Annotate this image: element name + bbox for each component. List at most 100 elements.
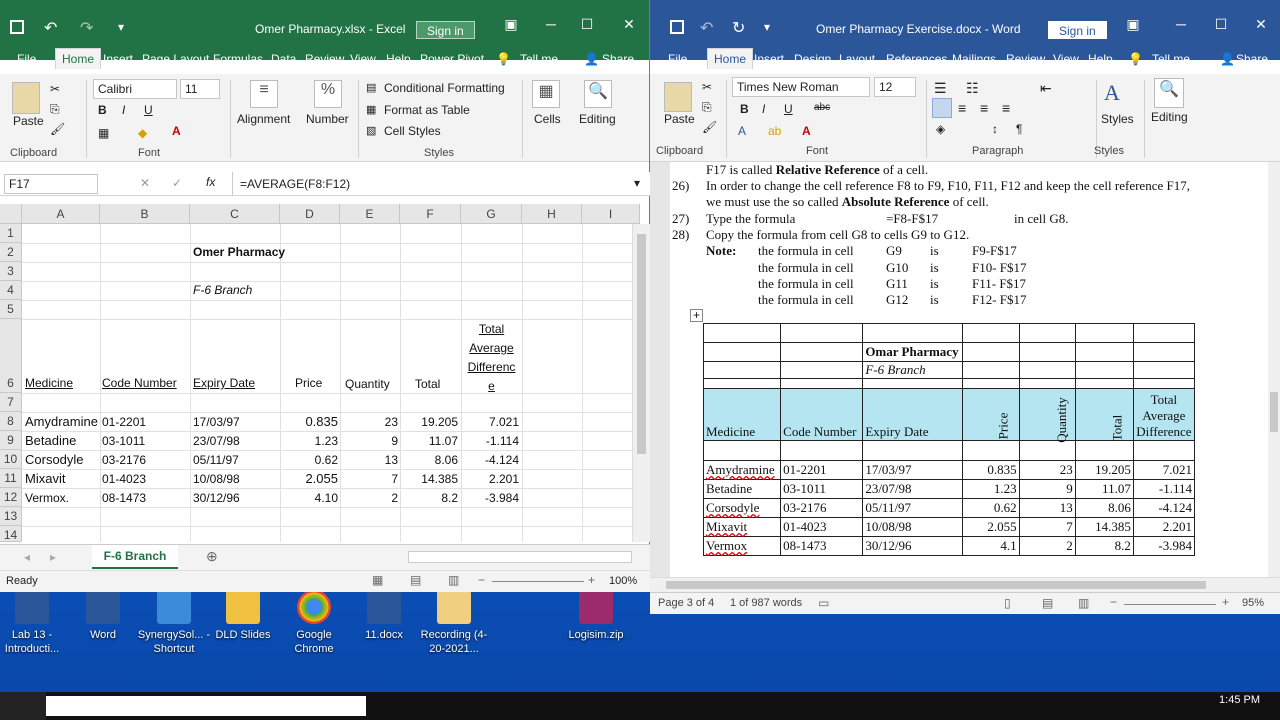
highlight-icon[interactable]: ab bbox=[768, 124, 781, 138]
cell-d12[interactable]: 4.10 bbox=[282, 491, 338, 505]
borders-icon[interactable]: ▦ bbox=[98, 126, 109, 140]
scrollbar-thumb[interactable] bbox=[666, 581, 1206, 589]
zoom-in-icon[interactable]: + bbox=[1222, 595, 1229, 609]
cell-a6[interactable]: Medicine bbox=[25, 376, 73, 390]
word-count[interactable]: 1 of 987 words bbox=[730, 597, 802, 609]
table-cell[interactable] bbox=[702, 440, 782, 461]
redo-icon[interactable]: ↷ bbox=[80, 18, 93, 38]
vertical-scrollbar[interactable] bbox=[1268, 162, 1280, 577]
zoom-out-icon[interactable]: − bbox=[478, 573, 485, 587]
name-box[interactable]: F17 bbox=[4, 174, 98, 194]
cell-d6[interactable]: Price bbox=[295, 376, 322, 390]
cell-b8[interactable]: 01-2201 bbox=[102, 415, 146, 429]
tab-layout[interactable]: Layout bbox=[839, 52, 875, 66]
table-cell[interactable] bbox=[1132, 440, 1196, 461]
th-diff[interactable]: Total Average Difference bbox=[1132, 388, 1196, 441]
th-code[interactable]: Code Number bbox=[780, 388, 864, 441]
cut-icon[interactable]: ✂ bbox=[702, 80, 712, 94]
row-header-14[interactable]: 14 bbox=[0, 526, 22, 542]
row-header-9[interactable]: 9 bbox=[0, 431, 22, 450]
desktop-icon-11docx[interactable]: 11.docx bbox=[346, 590, 422, 642]
row-header-1[interactable]: 1 bbox=[0, 224, 22, 243]
cell-styles-button[interactable]: Cell Styles bbox=[384, 124, 441, 138]
formula-input[interactable]: =AVERAGE(F8:F12) bbox=[240, 177, 350, 191]
cell-g11[interactable]: 2.201 bbox=[463, 472, 519, 486]
td-medicine[interactable]: Betadine bbox=[702, 479, 782, 499]
undo-icon[interactable]: ↶ bbox=[44, 18, 57, 38]
italic-icon[interactable]: I bbox=[122, 103, 125, 117]
cell-g6[interactable]: Total Average Differenc e bbox=[463, 320, 520, 396]
tab-view[interactable]: View bbox=[350, 52, 376, 66]
strikethrough-icon[interactable]: abc bbox=[814, 102, 830, 113]
read-mode-icon[interactable]: ▯ bbox=[1004, 596, 1011, 610]
table-cell[interactable] bbox=[702, 361, 782, 379]
td-diff[interactable]: -3.984 bbox=[1132, 536, 1196, 556]
cell-b6[interactable]: Code Number bbox=[102, 376, 177, 390]
cell-b12[interactable]: 08-1473 bbox=[102, 491, 146, 505]
cell-g9[interactable]: -1.114 bbox=[463, 434, 519, 448]
cell-g12[interactable]: -3.984 bbox=[463, 491, 519, 505]
alignment-icon[interactable]: ≡ bbox=[250, 80, 278, 108]
td-medicine[interactable]: Vermox bbox=[702, 536, 782, 556]
cell-e12[interactable]: 2 bbox=[342, 491, 398, 505]
cell-c2[interactable]: Omer Pharmacy bbox=[193, 245, 285, 259]
cell-c6[interactable]: Expiry Date bbox=[193, 376, 255, 390]
font-size-combo[interactable]: 12 bbox=[874, 77, 916, 97]
alignment-button[interactable]: Alignment bbox=[237, 112, 290, 126]
add-sheet-icon[interactable]: ⊕ bbox=[206, 548, 218, 565]
column-header-a[interactable]: A bbox=[22, 204, 100, 224]
cell-d10[interactable]: 0.62 bbox=[282, 453, 338, 467]
tab-review[interactable]: Review bbox=[1006, 52, 1045, 66]
tell-me-search[interactable]: Tell me bbox=[1152, 52, 1190, 66]
table-cell[interactable] bbox=[961, 342, 1020, 362]
tab-file[interactable]: File bbox=[668, 52, 687, 66]
styles-icon[interactable]: A bbox=[1104, 80, 1120, 106]
table-branch-cell[interactable]: F-6 Branch bbox=[862, 361, 963, 379]
page-indicator[interactable]: Page 3 of 4 bbox=[658, 597, 714, 609]
table-cell[interactable] bbox=[1074, 342, 1134, 362]
td-total[interactable]: 8.06 bbox=[1074, 498, 1134, 518]
table-cell[interactable] bbox=[702, 323, 782, 343]
editing-button[interactable]: Editing bbox=[579, 112, 616, 126]
share-button[interactable]: Share bbox=[602, 52, 634, 66]
editing-button[interactable]: Editing bbox=[1151, 110, 1188, 124]
align-right-icon[interactable]: ≡ bbox=[980, 100, 988, 116]
tab-mailings[interactable]: Mailings bbox=[952, 52, 996, 66]
cell-b10[interactable]: 03-2176 bbox=[102, 453, 146, 467]
cell-f10[interactable]: 8.06 bbox=[402, 453, 458, 467]
row-header-13[interactable]: 13 bbox=[0, 507, 22, 526]
tab-insert[interactable]: Insert bbox=[103, 52, 133, 66]
tab-formulas[interactable]: Formulas bbox=[213, 52, 263, 66]
fill-color-icon[interactable]: ◆ bbox=[138, 126, 147, 140]
cell-a8[interactable]: Amydramine bbox=[25, 414, 98, 429]
td-diff[interactable]: 7.021 bbox=[1132, 460, 1196, 480]
row-header-4[interactable]: 4 bbox=[0, 281, 22, 300]
th-qty-cell[interactable]: Quantity bbox=[1018, 388, 1076, 443]
tell-me-search[interactable]: Tell me bbox=[520, 52, 558, 66]
tab-power-pivot[interactable]: Power Pivot bbox=[420, 52, 484, 66]
desktop-icon-lab13[interactable]: Lab 13 - Introducti... bbox=[0, 590, 70, 656]
search-icon[interactable]: 🔍 bbox=[1154, 78, 1184, 108]
table-cell[interactable] bbox=[862, 323, 963, 343]
tab-data[interactable]: Data bbox=[271, 52, 296, 66]
scrollbar-thumb[interactable] bbox=[637, 234, 646, 454]
zoom-level[interactable]: 100% bbox=[609, 575, 637, 587]
row-header-11[interactable]: 11 bbox=[0, 469, 22, 488]
cell-c4[interactable]: F-6 Branch bbox=[193, 283, 252, 297]
page-break-view-icon[interactable]: ▥ bbox=[448, 573, 459, 587]
copy-icon[interactable]: ⎘ bbox=[50, 102, 60, 117]
table-cell[interactable] bbox=[1018, 440, 1076, 461]
select-all-corner[interactable] bbox=[0, 204, 22, 224]
cell-d9[interactable]: 1.23 bbox=[282, 434, 338, 448]
proofing-icon[interactable]: ▭ bbox=[818, 596, 829, 610]
table-cell[interactable] bbox=[1074, 323, 1134, 343]
td-medicine[interactable]: Amydramine bbox=[702, 460, 782, 480]
column-header-b[interactable]: B bbox=[100, 204, 190, 224]
table-cell[interactable] bbox=[1132, 323, 1196, 343]
bold-icon[interactable]: B bbox=[98, 103, 107, 117]
ribbon-display-icon[interactable]: ▣ bbox=[1122, 16, 1144, 33]
table-cell[interactable] bbox=[1074, 378, 1134, 389]
cell-a12[interactable]: Vermox. bbox=[25, 491, 69, 505]
column-header-c[interactable]: C bbox=[190, 204, 280, 224]
underline-icon[interactable]: U bbox=[784, 102, 793, 116]
